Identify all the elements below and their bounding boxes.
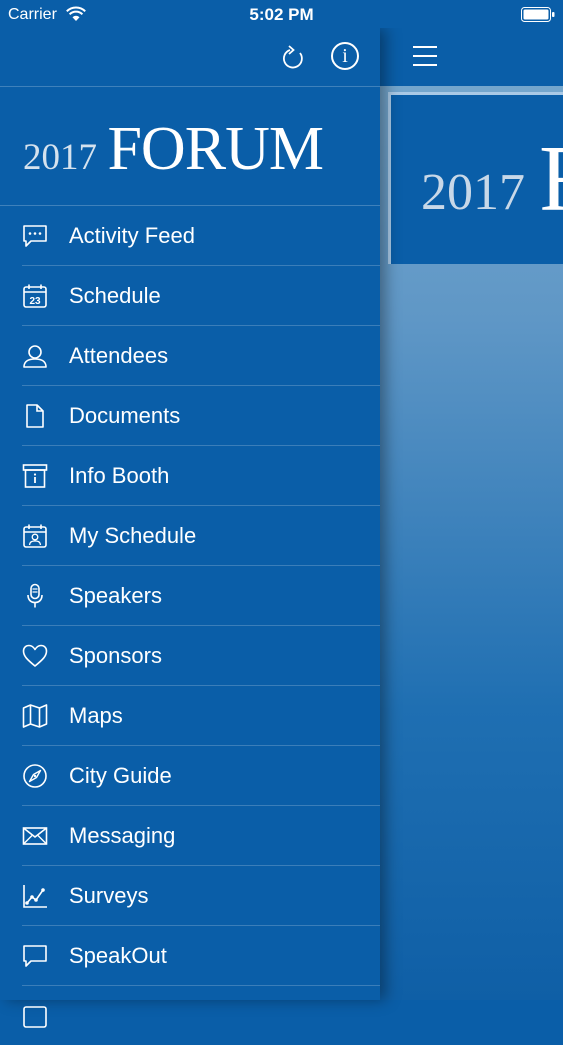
document-icon <box>22 403 48 429</box>
sidebar-item-speakers[interactable]: Speakers <box>22 566 380 626</box>
heart-icon <box>22 643 48 669</box>
refresh-icon[interactable] <box>280 43 306 73</box>
map-icon <box>22 703 48 729</box>
logo-title: FORUM <box>107 115 324 183</box>
sidebar-item-speakout[interactable]: SpeakOut <box>22 926 380 986</box>
sidebar-item-messaging[interactable]: Messaging <box>22 806 380 866</box>
chart-icon <box>22 883 48 909</box>
battery-icon <box>521 7 555 22</box>
compass-icon <box>22 763 48 789</box>
speech-bubble-icon <box>22 943 48 969</box>
sidebar-item-label: Activity Feed <box>69 223 195 248</box>
calendar-icon-date: 23 <box>29 296 41 307</box>
sidebar-item-label: Surveys <box>69 883 149 908</box>
event-logo: 2017 FORUM <box>23 114 324 183</box>
menu-toggle-button[interactable] <box>413 46 437 66</box>
event-banner: 2017 F <box>388 92 563 264</box>
sidebar-item-attendees[interactable]: Attendees <box>22 326 380 386</box>
hamburger-line <box>413 64 437 66</box>
sidebar-item-info-booth[interactable]: Info Booth <box>22 446 380 506</box>
chat-bubble-icon <box>22 223 48 249</box>
main-content: 2017 F <box>380 28 563 1000</box>
sidebar-item-label: Maps <box>69 703 123 728</box>
sidebar: i 2017 FORUM Activity Feed 23 Schedule A… <box>0 28 380 1028</box>
sidebar-toolbar: i <box>0 28 380 87</box>
sidebar-item-surveys[interactable]: Surveys <box>22 866 380 926</box>
envelope-icon <box>22 823 48 849</box>
sidebar-item-activity-feed[interactable]: Activity Feed <box>22 206 380 266</box>
sidebar-item-maps[interactable]: Maps <box>22 686 380 746</box>
logo-year: 2017 <box>23 137 97 178</box>
sidebar-item-label: Sponsors <box>69 643 162 668</box>
sidebar-item-sponsors[interactable]: Sponsors <box>22 626 380 686</box>
banner-year: 2017 <box>421 164 525 221</box>
sidebar-item-label: My Schedule <box>69 523 197 548</box>
sidebar-item-city-guide[interactable]: City Guide <box>22 746 380 806</box>
sidebar-item-label: Attendees <box>69 343 169 368</box>
sidebar-item-my-schedule[interactable]: My Schedule <box>22 506 380 566</box>
sidebar-item-label: Documents <box>69 403 181 428</box>
clock: 5:02 PM <box>249 5 314 24</box>
info-booth-icon <box>22 463 48 489</box>
main-top-bar <box>380 28 563 86</box>
hamburger-line <box>413 46 437 48</box>
calendar-person-icon <box>22 523 48 549</box>
sidebar-item-documents[interactable]: Documents <box>22 386 380 446</box>
person-icon <box>22 343 48 369</box>
sidebar-menu: Activity Feed 23 Schedule Attendees Docu… <box>0 206 380 1045</box>
sidebar-item-partial[interactable] <box>22 986 380 1045</box>
sidebar-item-label: Schedule <box>69 283 161 308</box>
sidebar-item-schedule[interactable]: 23 Schedule <box>22 266 380 326</box>
sidebar-item-label: Speakers <box>69 583 162 608</box>
microphone-icon <box>22 583 48 609</box>
sidebar-item-label: Messaging <box>69 823 176 848</box>
sidebar-item-label: Info Booth <box>69 463 170 488</box>
info-icon[interactable]: i <box>331 42 359 70</box>
hamburger-line <box>413 55 437 57</box>
sidebar-item-label: SpeakOut <box>69 943 167 968</box>
calendar-icon: 23 <box>22 283 48 309</box>
partial-icon <box>22 1003 48 1029</box>
status-bar: Carrier 5:02 PM <box>0 0 563 28</box>
sidebar-item-label: City Guide <box>69 763 172 788</box>
banner-title: F <box>539 125 563 233</box>
